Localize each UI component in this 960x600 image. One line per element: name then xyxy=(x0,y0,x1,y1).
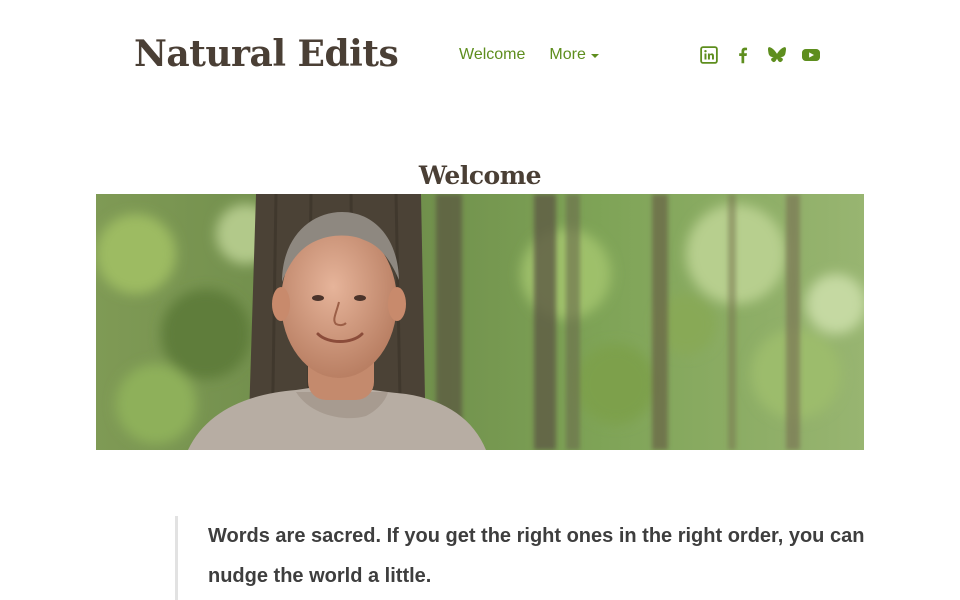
facebook-icon xyxy=(734,46,752,64)
social-links xyxy=(700,44,820,66)
bluesky-icon xyxy=(767,46,787,64)
bluesky-link[interactable] xyxy=(768,46,786,64)
facebook-link[interactable] xyxy=(734,46,752,64)
nav-more-dropdown[interactable]: More xyxy=(549,46,599,64)
youtube-icon xyxy=(801,46,821,64)
nav-more-label: More xyxy=(549,46,586,63)
linkedin-link[interactable] xyxy=(700,46,718,64)
quote-text: Words are sacred. If you get the right o… xyxy=(208,525,865,587)
portrait-photo-illustration xyxy=(96,194,864,450)
caret-down-icon xyxy=(590,54,599,58)
page-title: Welcome xyxy=(418,161,542,190)
hero-image xyxy=(96,194,864,450)
linkedin-icon xyxy=(700,46,718,64)
main-nav: Welcome More xyxy=(459,44,599,66)
nav-welcome-link[interactable]: Welcome xyxy=(459,46,525,64)
site-title[interactable]: Natural Edits xyxy=(134,28,399,80)
quote-block: Words are sacred. If you get the right o… xyxy=(175,516,865,600)
youtube-link[interactable] xyxy=(802,46,820,64)
